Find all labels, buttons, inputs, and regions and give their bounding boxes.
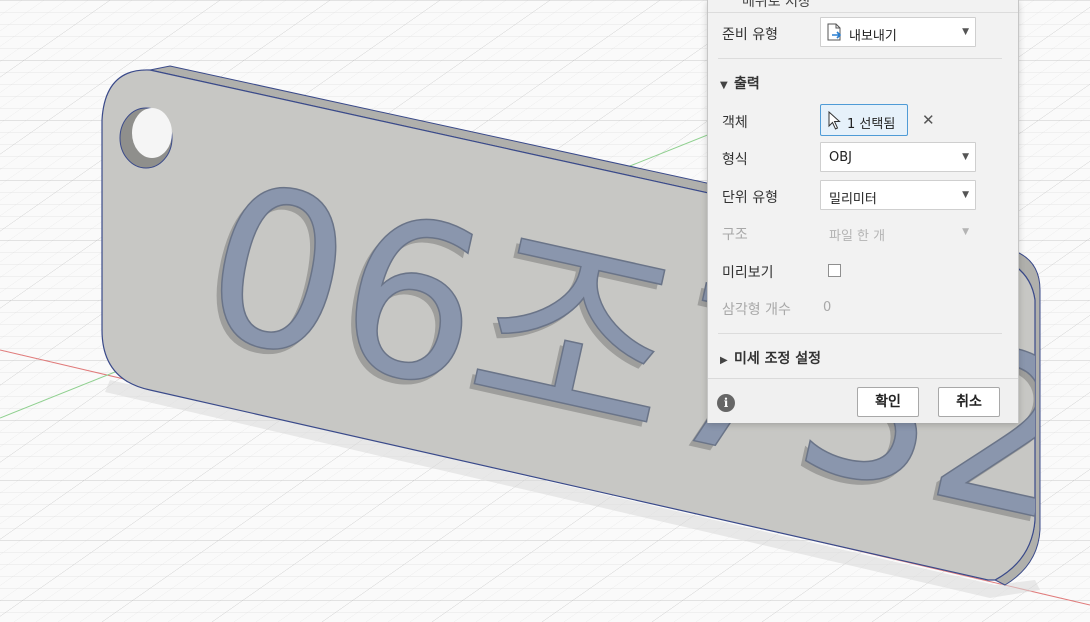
unit-select[interactable]: 밀리미터 ▼ [820,180,976,210]
chevron-down-icon: ▼ [962,190,969,200]
preparation-select[interactable]: 내보내기 ▼ [820,17,976,47]
chevron-down-icon: ▼ [962,152,969,162]
keyring-hole-through [132,108,172,158]
cancel-button[interactable]: 취소 [938,387,1000,417]
export-file-icon [827,23,842,41]
section-divider-2 [718,333,1002,334]
unit-label: 단위 유형 [722,190,778,206]
section-divider-1 [718,58,1002,59]
structure-select: 파일 한 개 ▼ [820,217,976,247]
export-dialog: 메쉬로 저장 준비 유형 내보내기 ▼ ▼ 출력 객체 1 선택됨 ✕ 형식 O… [707,0,1019,423]
header-divider [708,12,1018,13]
chevron-down-icon: ▼ [962,227,969,237]
preview-label: 미리보기 [722,265,774,281]
output-section-header[interactable]: ▼ 출력 [720,73,760,93]
format-label: 형식 [722,152,748,168]
chevron-down-icon: ▼ [962,27,969,37]
preparation-value: 내보내기 [849,29,897,44]
triangle-count-label: 삼각형 개수 [722,302,791,318]
dialog-header-cut: 메쉬로 저장 [708,0,1018,11]
dialog-footer: i 확인 취소 [708,378,1018,423]
structure-label: 구조 [722,227,748,243]
object-label: 객체 [722,115,748,131]
cursor-arrow-icon [828,110,842,134]
collapse-triangle-icon: ▼ [720,80,728,91]
preview-checkbox[interactable] [828,264,841,277]
unit-value: 밀리미터 [829,192,877,207]
clear-selection-icon[interactable]: ✕ [922,111,935,129]
preparation-label: 준비 유형 [722,27,778,43]
format-select[interactable]: OBJ ▼ [820,142,976,172]
output-section-title: 출력 [734,76,760,92]
dialog-title-cut: 메쉬로 저장 [742,0,811,10]
preparation-row: 준비 유형 내보내기 ▼ [708,16,1018,48]
refine-section-header[interactable]: ▶ 미세 조정 설정 [720,348,821,368]
object-selection-button[interactable]: 1 선택됨 [820,104,908,136]
expand-triangle-icon: ▶ [720,355,728,366]
info-icon[interactable]: i [717,394,735,412]
refine-section-title: 미세 조정 설정 [734,351,822,367]
triangle-count-value: 0 [823,300,832,315]
object-selection-text: 1 선택됨 [847,117,896,132]
ok-button[interactable]: 확인 [857,387,919,417]
format-value: OBJ [829,150,852,165]
structure-value: 파일 한 개 [829,229,886,244]
